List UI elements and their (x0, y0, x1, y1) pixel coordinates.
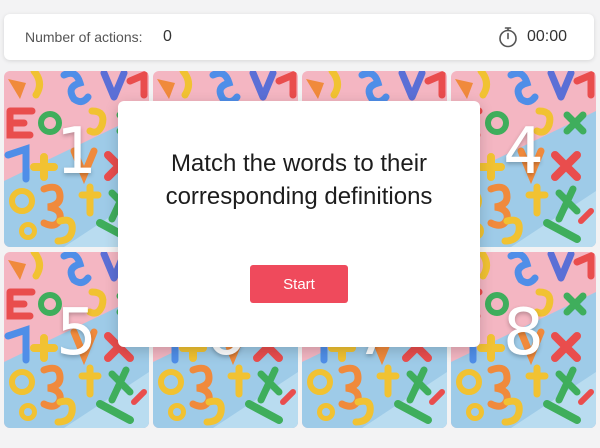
start-dialog: Match the words to their corresponding d… (118, 101, 480, 347)
game-instructions: Match the words to their corresponding d… (165, 150, 433, 210)
actions-count: 0 (163, 28, 172, 45)
start-button[interactable]: Start (250, 265, 348, 303)
stopwatch-icon (499, 27, 517, 48)
timer-value: 00:00 (527, 28, 568, 45)
top-bar: Number of actions: 0 00:00 (4, 14, 594, 60)
actions-label: Number of actions: (25, 29, 143, 45)
